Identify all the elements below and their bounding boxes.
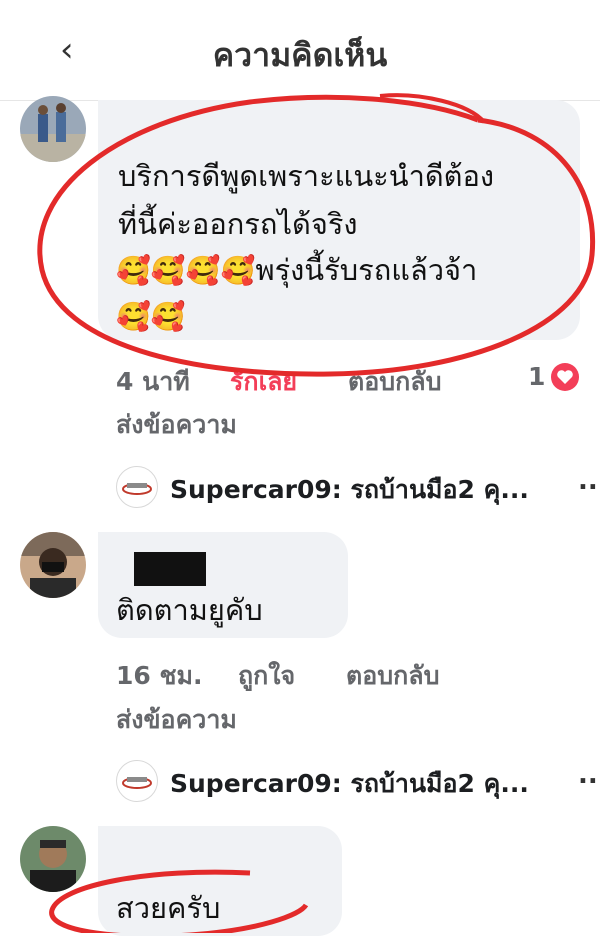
smiling-hearts-emoji-icon: 🥰🥰 (116, 300, 186, 333)
comment-text-line: 🥰🥰🥰🥰พรุ่งนี้รับรถแล้วจ้า (116, 248, 477, 293)
reply-preview-text: Supercar09: รถบ้านมือ2 คุ... (170, 769, 529, 798)
comment-text-line: บริการดีพูดเพราะแนะนำดีต้อง (118, 159, 495, 193)
send-message-link[interactable]: ส่งข้อความ (116, 405, 237, 445)
love-button[interactable]: รักเลย (230, 362, 297, 402)
heart-reaction-icon[interactable] (550, 362, 580, 398)
comment-text-line: ที่นี้ค่ะออกรถได้จริง (118, 207, 358, 241)
avatar[interactable] (20, 532, 86, 598)
comment-actions: 4 นาที รักเลย ตอบกลับ 1 (116, 362, 586, 396)
reaction-count: 1 (528, 362, 546, 391)
send-message-link[interactable]: ส่งข้อความ (116, 700, 237, 740)
comment-time: 16 ชม. (116, 661, 203, 690)
comment-emoji-line: 🥰🥰 (116, 294, 186, 339)
avatar-image (20, 826, 86, 892)
reply-preview-text: Supercar09: รถบ้านมือ2 คุ... (170, 475, 529, 504)
comment-actions: 16 ชม. ถูกใจ ตอบกลับ (116, 656, 586, 690)
redacted-name (134, 552, 206, 586)
like-button[interactable]: ถูกใจ (238, 656, 295, 696)
more-dots-icon[interactable]: ... (578, 760, 600, 790)
page-avatar-car-icon (116, 466, 158, 508)
reply-preview[interactable]: Supercar09: รถบ้านมือ2 คุ... ... (116, 466, 600, 508)
smiling-hearts-emoji-icon: 🥰🥰🥰🥰 (116, 254, 256, 287)
comment-text: สวยครับ (116, 891, 221, 925)
avatar-image (20, 532, 86, 598)
page-title: ความคิดเห็น (212, 36, 388, 74)
avatar[interactable] (20, 826, 86, 892)
avatar[interactable] (20, 96, 86, 162)
comment-time: 4 นาที (116, 367, 190, 396)
reply-preview[interactable]: Supercar09: รถบ้านมือ2 คุ... ... (116, 760, 600, 802)
comment-bubble[interactable]: บริการดีพูดเพราะแนะนำดีต้อง ที่นี้ค่ะออก… (98, 100, 580, 340)
comment-text: ติดตามยูคับ (116, 593, 263, 627)
comment-text-inline: พรุ่งนี้รับรถแล้วจ้า (255, 253, 478, 287)
reply-button[interactable]: ตอบกลับ (346, 656, 439, 696)
avatar-image (20, 96, 86, 162)
comment-bubble[interactable]: ติดตามยูคับ (98, 532, 348, 638)
page-avatar-car-icon (116, 760, 158, 802)
reply-button[interactable]: ตอบกลับ (348, 362, 441, 402)
more-dots-icon[interactable]: ... (578, 466, 600, 496)
header-bar: ‹ ความคิดเห็น (0, 0, 600, 101)
comment-bubble[interactable]: สวยครับ (98, 826, 342, 936)
